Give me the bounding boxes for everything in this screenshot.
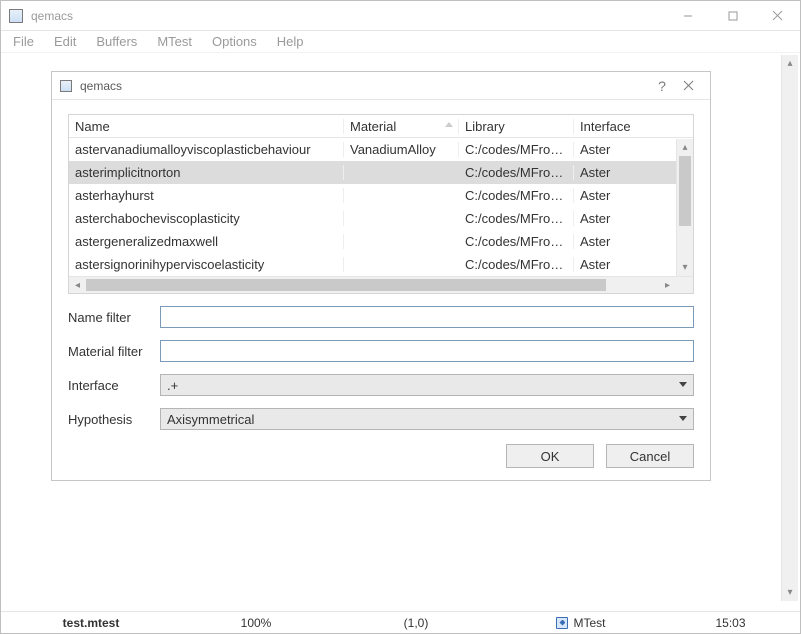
menu-file[interactable]: File (3, 32, 44, 51)
cell-name: asterchabocheviscoplasticity (69, 211, 344, 226)
cell-library: C:/codes/MFron... (459, 257, 574, 272)
table-row[interactable]: astergeneralizedmaxwell C:/codes/MFron...… (69, 230, 693, 253)
scroll-left-icon[interactable]: ◂ (69, 277, 86, 293)
cell-interface: Aster (574, 257, 654, 272)
cell-library: C:/codes/MFron... (459, 234, 574, 249)
hypothesis-combo-value: Axisymmetrical (167, 412, 254, 427)
menu-buffers[interactable]: Buffers (86, 32, 147, 51)
cell-library: C:/codes/MFron... (459, 165, 574, 180)
interface-label: Interface (68, 378, 160, 393)
table-vertical-scrollbar[interactable]: ▴ ▾ (676, 139, 693, 276)
scroll-down-icon[interactable]: ▾ (677, 259, 693, 276)
menu-help[interactable]: Help (267, 32, 314, 51)
cell-interface: Aster (574, 188, 654, 203)
dialog-app-icon (60, 80, 72, 92)
cell-name: asterimplicitnorton (69, 165, 344, 180)
cell-name: astersignorinihyperviscoelasticity (69, 257, 344, 272)
interface-combo-value: .+ (167, 378, 178, 393)
close-button[interactable] (755, 1, 800, 30)
material-filter-label: Material filter (68, 344, 160, 359)
behaviour-table[interactable]: Name Material Library Interface astervan… (68, 114, 694, 294)
menu-edit[interactable]: Edit (44, 32, 86, 51)
table-horizontal-scrollbar[interactable]: ◂ ▸ (69, 276, 693, 293)
dialog-close-button[interactable] (674, 76, 702, 96)
cell-name: astervanadiumalloyviscoplasticbehaviour (69, 142, 344, 157)
minimize-button[interactable] (665, 1, 710, 30)
name-filter-label: Name filter (68, 310, 160, 325)
window-controls (665, 1, 800, 30)
table-header-name[interactable]: Name (69, 119, 344, 134)
status-cursor-position: (1,0) (331, 616, 501, 630)
table-row[interactable]: asterimplicitnorton C:/codes/MFron...Aste… (69, 161, 693, 184)
main-window: qemacs File Edit Buffers MTest Options H… (0, 0, 801, 634)
scroll-up-icon[interactable]: ▴ (782, 55, 798, 72)
cell-library: C:/codes/MFron... (459, 211, 574, 226)
table-body[interactable]: astervanadiumalloyviscoplasticbehaviourV… (69, 138, 693, 276)
menu-options[interactable]: Options (202, 32, 267, 51)
chevron-down-icon (679, 416, 687, 421)
table-row[interactable]: asterchabocheviscoplasticity C:/codes/MFr… (69, 207, 693, 230)
cell-name: asterhayhurst (69, 188, 344, 203)
editor-vertical-scrollbar[interactable]: ▴ ▾ (781, 55, 798, 601)
status-time: 15:03 (661, 616, 800, 630)
table-row[interactable]: asterhayhurst C:/codes/MFron...Aster (69, 184, 693, 207)
status-mode: MTest (501, 616, 661, 630)
behaviour-dialog: qemacs ? Name Material Library Interface (51, 71, 711, 481)
scrollbar-thumb[interactable] (679, 156, 691, 226)
scrollbar-corner (676, 277, 693, 293)
cell-interface: Aster (574, 211, 654, 226)
interface-combo[interactable]: .+ (160, 374, 694, 396)
cancel-button[interactable]: Cancel (606, 444, 694, 468)
name-filter-input[interactable] (160, 306, 694, 328)
cell-name: astergeneralizedmaxwell (69, 234, 344, 249)
dialog-help-button[interactable]: ? (650, 78, 674, 94)
table-header-interface[interactable]: Interface (574, 119, 654, 134)
status-filename: test.mtest (1, 616, 181, 630)
table-row[interactable]: astervanadiumalloyviscoplasticbehaviourV… (69, 138, 693, 161)
hypothesis-label: Hypothesis (68, 412, 160, 427)
ok-button[interactable]: OK (506, 444, 594, 468)
hypothesis-combo[interactable]: Axisymmetrical (160, 408, 694, 430)
scroll-up-icon[interactable]: ▴ (677, 139, 693, 156)
mode-icon (556, 617, 568, 629)
app-icon (9, 9, 23, 23)
scroll-down-icon[interactable]: ▾ (782, 584, 798, 601)
titlebar: qemacs (1, 1, 800, 31)
cell-material: VanadiumAlloy (344, 142, 459, 157)
window-title: qemacs (31, 9, 73, 23)
cell-library: C:/codes/MFron... (459, 142, 574, 157)
table-header-library[interactable]: Library (459, 119, 574, 134)
dialog-title: qemacs (80, 79, 122, 93)
status-mode-label: MTest (573, 616, 605, 630)
menu-mtest[interactable]: MTest (147, 32, 202, 51)
dialog-titlebar[interactable]: qemacs ? (52, 72, 710, 100)
table-row[interactable]: astersignorinihyperviscoelasticity C:/cod… (69, 253, 693, 276)
scrollbar-thumb[interactable] (86, 279, 606, 291)
cell-interface: Aster (574, 234, 654, 249)
cell-library: C:/codes/MFron... (459, 188, 574, 203)
material-filter-input[interactable] (160, 340, 694, 362)
scroll-right-icon[interactable]: ▸ (659, 277, 676, 293)
cell-interface: Aster (574, 165, 654, 180)
status-zoom: 100% (181, 616, 331, 630)
maximize-button[interactable] (710, 1, 755, 30)
cell-interface: Aster (574, 142, 654, 157)
editor-area: ▴ ▾ qemacs ? Name Material (1, 53, 800, 611)
table-header-material[interactable]: Material (344, 119, 459, 134)
chevron-down-icon (679, 382, 687, 387)
statusbar: test.mtest 100% (1,0) MTest 15:03 (1, 611, 800, 633)
table-header[interactable]: Name Material Library Interface (69, 115, 693, 138)
menubar: File Edit Buffers MTest Options Help (1, 31, 800, 53)
